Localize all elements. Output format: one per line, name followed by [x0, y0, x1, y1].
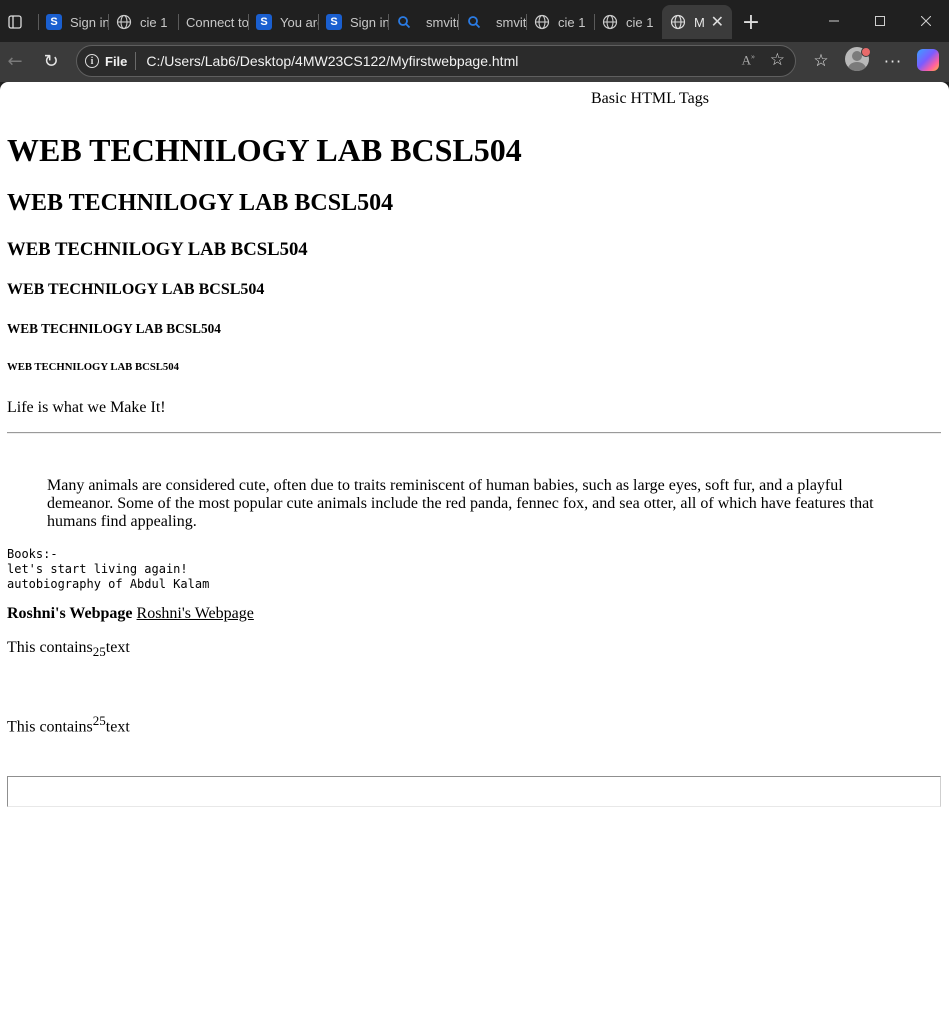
plus-icon: +	[741, 9, 761, 35]
subscript-value: 25	[92, 644, 106, 660]
close-window-button[interactable]	[903, 0, 949, 42]
info-icon[interactable]: i	[85, 54, 99, 68]
read-aloud-icon[interactable]: A»	[742, 52, 755, 68]
tab-separator	[388, 14, 389, 30]
tab-title: Sign in	[70, 14, 108, 30]
tab-title: smvitm	[426, 14, 458, 30]
sup-after-text: text	[105, 718, 130, 736]
notification-dot	[861, 47, 871, 57]
marquee-text: Basic HTML Tags	[591, 90, 709, 107]
subscript-line: This contains25text	[7, 639, 130, 660]
tab-actions-icon	[8, 15, 22, 29]
back-button[interactable]: ←	[0, 46, 30, 76]
tab-separator	[38, 14, 39, 30]
new-tab-button[interactable]: +	[738, 8, 764, 36]
tab-separator	[318, 14, 319, 30]
favorite-star-icon[interactable]: ☆	[770, 50, 785, 70]
paragraph: Life is what we Make It!	[7, 399, 166, 416]
tab-separator	[594, 14, 595, 30]
maximize-button[interactable]	[857, 0, 903, 42]
refresh-icon: ↻	[43, 50, 59, 72]
sub-after-text: text	[105, 639, 130, 656]
sup-before-text: This contains	[7, 718, 93, 736]
refresh-button[interactable]: ↻	[36, 46, 66, 76]
bold-text: Roshni's Webpage	[7, 605, 133, 622]
copilot-icon[interactable]	[917, 49, 939, 71]
browser-tab[interactable]: smvitm	[458, 5, 526, 39]
more-button[interactable]: ···	[878, 46, 908, 76]
heading-3: WEB TECHNILOGY LAB BCSL504	[7, 239, 308, 260]
globe-icon	[670, 14, 686, 30]
browser-tab[interactable]: S Sign in	[38, 5, 108, 39]
tab-title: cie 1	[140, 14, 168, 30]
s-icon: S	[256, 14, 272, 30]
s-icon: S	[46, 14, 62, 30]
tab-separator	[178, 14, 179, 30]
heading-5: WEB TECHNILOGY LAB BCSL504	[7, 321, 221, 336]
webpage-line: Roshni's Webpage Roshni's Webpage	[7, 605, 254, 623]
heading-2: WEB TECHNILOGY LAB BCSL504	[7, 190, 394, 216]
close-icon	[921, 16, 931, 26]
heading-4: WEB TECHNILOGY LAB BCSL504	[7, 281, 265, 298]
url-text[interactable]: C:/Users/Lab6/Desktop/4MW23CS122/Myfirst…	[146, 53, 518, 69]
back-arrow-icon: ←	[7, 50, 23, 72]
tab-separator	[248, 14, 249, 30]
search-icon	[396, 14, 412, 30]
tab-separator	[458, 14, 459, 30]
more-icon: ···	[883, 51, 903, 71]
text-input-box[interactable]	[7, 776, 941, 807]
tab-separator	[526, 14, 527, 30]
tab-title: Connect to	[186, 14, 248, 30]
minimize-button[interactable]	[811, 0, 857, 42]
tab-title: M	[694, 14, 705, 30]
browser-tab-active[interactable]: M ✕	[662, 5, 732, 39]
tab-title: cie 1	[558, 14, 586, 30]
tab-title: Sign in	[350, 14, 388, 30]
browser-tab[interactable]: cie 1	[594, 5, 662, 39]
address-bar[interactable]: i File C:/Users/Lab6/Desktop/4MW23CS122/…	[76, 45, 796, 77]
maximize-icon	[875, 16, 885, 26]
page-viewport: Basic HTML Tags WEB TECHNILOGY LAB BCSL5…	[0, 82, 949, 1022]
browser-tab[interactable]: S You are	[248, 5, 318, 39]
globe-icon	[602, 14, 618, 30]
globe-icon	[534, 14, 550, 30]
blockquote: Many animals are considered cute, often …	[47, 477, 874, 530]
minimize-icon	[829, 20, 839, 22]
browser-tab[interactable]: cie 1	[526, 5, 594, 39]
webpage-link[interactable]: Roshni's Webpage	[137, 605, 254, 622]
browser-toolbar: ← ↻ i File C:/Users/Lab6/Desktop/4MW23CS…	[0, 42, 949, 82]
heading-6: WEB TECHNILOGY LAB BCSL504	[7, 361, 179, 373]
browser-tab[interactable]: smvitm	[388, 5, 458, 39]
superscript-value: 25	[92, 713, 106, 728]
heading-1: WEB TECHNILOGY LAB BCSL504	[7, 132, 522, 168]
favorites-icon: ☆	[813, 51, 829, 71]
tab-actions-button[interactable]	[0, 5, 30, 39]
horizontal-rule	[7, 432, 941, 434]
search-icon	[466, 14, 482, 30]
tab-separator	[108, 14, 109, 30]
address-divider	[135, 52, 137, 70]
favorites-button[interactable]: ☆	[806, 46, 836, 76]
browser-tab[interactable]: S Sign in	[318, 5, 388, 39]
browser-tab[interactable]: Connect to	[178, 5, 248, 39]
tab-title: cie 1	[626, 14, 654, 30]
sub-before-text: This contains	[7, 639, 93, 656]
tab-title: You are	[280, 14, 318, 30]
s-icon: S	[326, 14, 342, 30]
superscript-line: This contains25text	[7, 713, 130, 736]
window-controls	[811, 0, 949, 42]
tab-title: smvitm	[496, 14, 526, 30]
browser-tab[interactable]: cie 1	[108, 5, 178, 39]
url-scheme-label: File	[105, 53, 128, 69]
tab-strip: S Sign in cie 1 Connect to S You are S S…	[0, 0, 949, 42]
globe-icon	[116, 14, 132, 30]
close-tab-icon[interactable]: ✕	[711, 12, 724, 32]
preformatted-text: Books:- let's start living again! autobi…	[7, 547, 210, 591]
